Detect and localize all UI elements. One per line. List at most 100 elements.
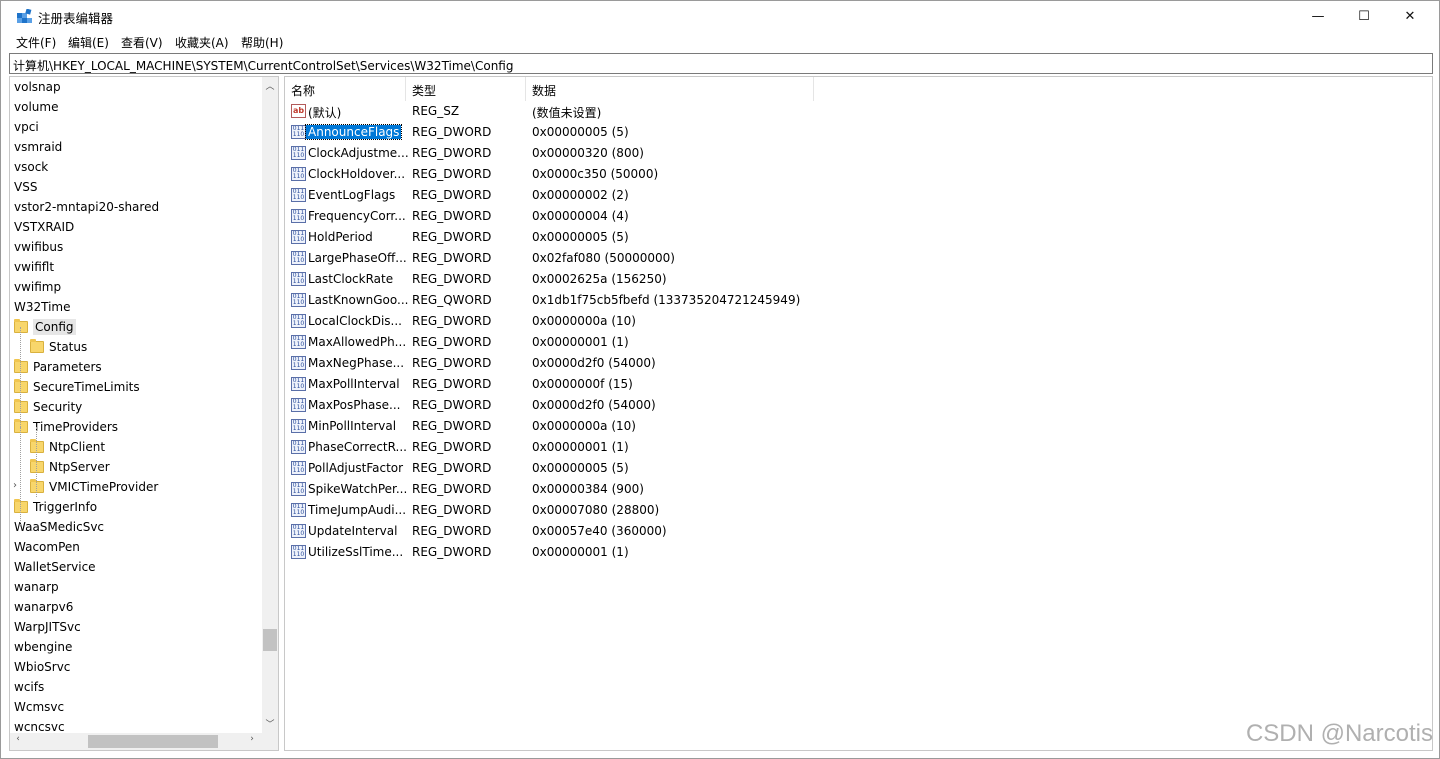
tree-item[interactable]: TimeProviders [14, 417, 118, 437]
tree-item[interactable]: Parameters [14, 357, 102, 377]
value-row[interactable]: 011 110 UtilizeSslTime... REG_DWORD 0x00000… [285, 542, 1432, 563]
tree-item[interactable]: vwifimp [14, 277, 61, 297]
tree-horizontal-scroll-thumb[interactable] [88, 735, 218, 748]
value-data: 0x00000320 (800) [532, 146, 644, 160]
expand-chevron-icon[interactable]: › [13, 480, 17, 491]
value-type: REG_DWORD [412, 167, 492, 181]
value-row[interactable]: 011 110 ClockAdjustme... REG_DWORD 0x000003… [285, 143, 1432, 164]
tree-item[interactable]: W32Time [14, 297, 71, 317]
value-name: LastKnownGoo... [308, 293, 409, 307]
minimize-icon: — [1311, 8, 1325, 24]
value-data: 0x00000005 (5) [532, 461, 629, 475]
value-row[interactable]: 011 110 EventLogFlags REG_DWORD 0x00000002 … [285, 185, 1432, 206]
value-data: 0x00007080 (28800) [532, 503, 660, 517]
tree-item[interactable]: volsnap [14, 77, 61, 97]
folder-icon [30, 479, 44, 493]
tree-item[interactable]: wbengine [14, 637, 72, 657]
tree-item[interactable]: NtpServer [30, 457, 110, 477]
column-header-name[interactable]: 名称 [285, 77, 406, 101]
tree-item-label: VSS [14, 180, 38, 194]
value-row[interactable]: 011 110 LastKnownGoo... REG_QWORD 0x1db1f75… [285, 290, 1432, 311]
value-row[interactable]: 011 110 MaxPosPhase... REG_DWORD 0x0000d2f0… [285, 395, 1432, 416]
key-tree-pane[interactable]: volsnap volume vpci vsmraid vsock VSS vstor2-m… [9, 76, 279, 751]
tree-item[interactable]: VSS [14, 177, 37, 197]
menu-view[interactable]: 查看(V) [121, 34, 163, 51]
value-row[interactable]: 011 110 FrequencyCorr... REG_DWORD 0x000000… [285, 206, 1432, 227]
value-row[interactable]: 011 110 ClockHoldover... REG_DWORD 0x0000c3… [285, 164, 1432, 185]
menu-file[interactable]: 文件(F) [16, 34, 56, 51]
value-row[interactable]: 011 110 PhaseCorrectR... REG_DWORD 0x000000… [285, 437, 1432, 458]
tree-item[interactable]: vpci [14, 117, 39, 137]
value-row[interactable]: 011 110 MaxNegPhase... REG_DWORD 0x0000d2f0… [285, 353, 1432, 374]
tree-item[interactable]: Security [14, 397, 82, 417]
tree-item[interactable]: NtpClient [30, 437, 105, 457]
tree-item-label: vsock [14, 160, 49, 174]
value-row[interactable]: 011 110 LastClockRate REG_DWORD 0x0002625a … [285, 269, 1432, 290]
tree-item[interactable]: WalletService [14, 557, 96, 577]
menu-help[interactable]: 帮助(H) [241, 34, 283, 51]
value-name: UtilizeSslTime... [308, 545, 404, 559]
tree-horizontal-scrollbar[interactable]: ‹ › [10, 733, 278, 750]
tree-item[interactable]: VMICTimeProvider [30, 477, 158, 497]
value-row[interactable]: 011 110 MinPollInterval REG_DWORD 0x0000000… [285, 416, 1432, 437]
tree-item[interactable]: Status [30, 337, 87, 357]
tree-vertical-scrollbar[interactable]: ︿ ﹀ [262, 77, 278, 734]
tree-item[interactable]: WacomPen [14, 537, 80, 557]
tree-item[interactable]: vwififlt [14, 257, 54, 277]
binary-value-icon: 011 110 [291, 314, 306, 328]
tree-item[interactable]: TriggerInfo [14, 497, 97, 517]
value-row[interactable]: 011 110 UpdateInterval REG_DWORD 0x00057e40… [285, 521, 1432, 542]
tree-item[interactable]: wcifs [14, 677, 44, 697]
scroll-left-icon[interactable]: ‹ [10, 734, 26, 744]
tree-item[interactable]: WarpJITSvc [14, 617, 81, 637]
value-row[interactable]: 011 110 LocalClockDis... REG_DWORD 0x000000… [285, 311, 1432, 332]
tree-item[interactable]: vsock [14, 157, 48, 177]
address-bar[interactable]: 计算机\HKEY_LOCAL_MACHINE\SYSTEM\CurrentCon… [9, 53, 1433, 74]
address-path: 计算机\HKEY_LOCAL_MACHINE\SYSTEM\CurrentCon… [13, 59, 514, 73]
value-row[interactable]: 011 110 HoldPeriod REG_DWORD 0x00000005 (5) [285, 227, 1432, 248]
tree-item[interactable]: vwifibus [14, 237, 63, 257]
value-data: 0x1db1f75cb5fbefd (133735204721245949) [532, 293, 801, 307]
tree-item[interactable]: SecureTimeLimits [14, 377, 140, 397]
tree-item[interactable]: wanarp [14, 577, 59, 597]
tree-vertical-scroll-thumb[interactable] [263, 629, 277, 651]
tree-item-label: vwifimp [14, 280, 62, 294]
values-list-pane[interactable]: 名称 类型 数据 ab (默认) REG_SZ (数值未设置) 011 110 Annou… [284, 76, 1433, 751]
minimize-button[interactable]: — [1295, 1, 1341, 31]
tree-item-label: vstor2-mntapi20-shared [14, 200, 160, 214]
scroll-up-icon[interactable]: ︿ [262, 79, 278, 92]
value-name: SpikeWatchPer... [308, 482, 408, 496]
tree-item[interactable]: volume [14, 97, 58, 117]
close-button[interactable]: ✕ [1387, 1, 1433, 31]
folder-icon [14, 499, 28, 513]
binary-value-icon: 011 110 [291, 461, 306, 475]
menu-favorites[interactable]: 收藏夹(A) [175, 34, 229, 51]
binary-value-icon: 011 110 [291, 440, 306, 454]
value-row[interactable]: ab (默认) REG_SZ (数值未设置) [285, 101, 1432, 122]
tree-item[interactable]: WbioSrvc [14, 657, 70, 677]
value-row[interactable]: 011 110 MaxPollInterval REG_DWORD 0x0000000… [285, 374, 1432, 395]
tree-item[interactable]: Wcmsvc [14, 697, 64, 717]
title-bar[interactable]: 注册表编辑器 — ☐ ✕ [1, 1, 1439, 31]
scroll-down-icon[interactable]: ﹀ [262, 717, 278, 730]
tree-item[interactable]: Config [14, 317, 76, 337]
menu-edit[interactable]: 编辑(E) [68, 34, 109, 51]
value-row[interactable]: 011 110 TimeJumpAudi... REG_DWORD 0x0000708… [285, 500, 1432, 521]
value-row[interactable]: 011 110 PollAdjustFactor REG_DWORD 0x000000… [285, 458, 1432, 479]
value-row[interactable]: 011 110 SpikeWatchPer... REG_DWORD 0x000003… [285, 479, 1432, 500]
tree-item[interactable]: vstor2-mntapi20-shared [14, 197, 159, 217]
binary-value-icon: 011 110 [291, 251, 306, 265]
tree-item[interactable]: wanarpv6 [14, 597, 73, 617]
column-header-type[interactable]: 类型 [406, 77, 526, 101]
tree-item[interactable]: vsmraid [14, 137, 62, 157]
tree-item[interactable]: VSTXRAID [14, 217, 74, 237]
value-row[interactable]: 011 110 AnnounceFlags REG_DWORD 0x00000005 … [285, 122, 1432, 143]
value-row[interactable]: 011 110 MaxAllowedPh... REG_DWORD 0x0000000… [285, 332, 1432, 353]
folder-icon [14, 419, 28, 433]
value-row[interactable]: 011 110 LargePhaseOff... REG_DWORD 0x02faf0… [285, 248, 1432, 269]
scroll-right-icon[interactable]: › [244, 734, 260, 744]
maximize-button[interactable]: ☐ [1341, 1, 1387, 31]
column-header-data[interactable]: 数据 [526, 77, 814, 101]
tree-item[interactable]: WaaSMedicSvc [14, 517, 104, 537]
maximize-icon: ☐ [1358, 8, 1370, 24]
